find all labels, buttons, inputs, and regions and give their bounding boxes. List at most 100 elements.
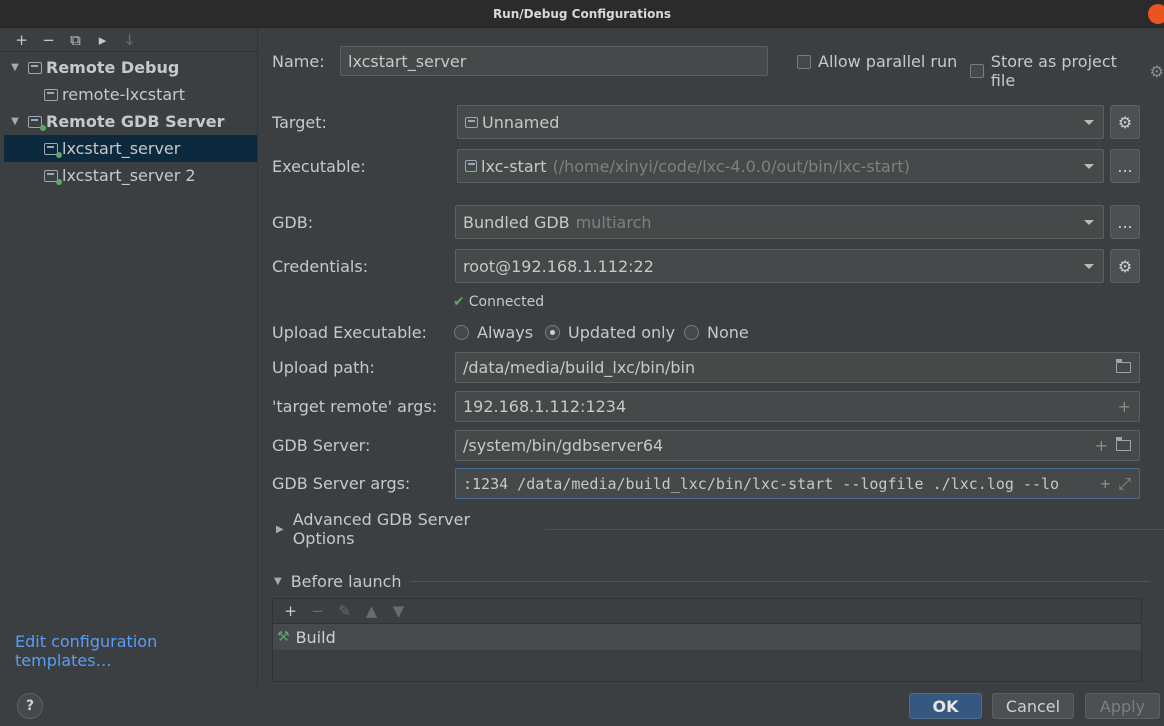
plus-icon[interactable]: + [1118, 397, 1131, 416]
tree-item-label: lxcstart_server 2 [62, 166, 196, 185]
tree-item-lxcstart-server[interactable]: lxcstart_server [4, 135, 257, 162]
gdb-hint: multiarch [575, 212, 652, 232]
chevron-down-icon[interactable] [1084, 120, 1094, 125]
upload-updated-only-radio[interactable]: Updated only [545, 323, 675, 342]
chevron-down-icon[interactable] [1084, 164, 1094, 169]
remove-task-icon[interactable]: − [304, 602, 331, 620]
move-up-icon[interactable]: ▲ [358, 602, 385, 620]
chevron-down-icon[interactable] [1084, 264, 1094, 269]
chevron-down-icon[interactable]: ▼ [8, 116, 22, 127]
connection-status: ✔ Connected [453, 294, 544, 310]
credentials-combo[interactable]: root@192.168.1.112:22 [455, 249, 1104, 283]
gear-icon[interactable]: ⚙ [1150, 62, 1164, 81]
tree-item-lxcstart-server-2[interactable]: lxcstart_server 2 [4, 162, 257, 189]
radio-label: Always [477, 323, 534, 342]
checkbox-label: Store as project file [990, 52, 1117, 90]
sort-configurations-icon[interactable]: ↓ [116, 31, 143, 49]
radio-ring[interactable] [684, 325, 699, 340]
cancel-button[interactable]: Cancel [992, 693, 1074, 719]
remove-configuration-icon[interactable]: − [35, 31, 62, 49]
tree-item-remote-lxcstart[interactable]: remote-lxcstart [4, 81, 257, 108]
folder-icon[interactable] [1116, 437, 1131, 451]
gear-icon: ⚙ [1117, 112, 1133, 132]
folder-icon[interactable] [1116, 359, 1131, 373]
plus-icon[interactable]: + [1101, 474, 1111, 493]
checkbox-box[interactable] [970, 64, 984, 78]
upload-path-value: /data/media/build_lxc/bin/bin [463, 358, 696, 377]
edit-task-icon[interactable]: ✎ [331, 602, 358, 620]
chevron-down-icon[interactable]: ▼ [8, 62, 22, 73]
tree-item-label: Remote GDB Server [46, 112, 225, 131]
chevron-down-icon[interactable]: ▼ [274, 576, 282, 587]
credentials-settings-button[interactable]: ⚙ [1110, 249, 1140, 283]
before-launch-section[interactable]: ▼ Before launch [274, 572, 1150, 591]
checkbox-box[interactable] [797, 54, 811, 69]
credentials-label: Credentials: [272, 257, 369, 276]
dialog-button-bar [0, 686, 1164, 726]
executable-icon [465, 160, 477, 172]
name-input[interactable]: lxcstart_server [340, 46, 768, 76]
move-down-icon[interactable]: ▼ [385, 602, 412, 620]
radio-label: Updated only [568, 323, 676, 342]
target-combo[interactable]: Unnamed [457, 105, 1104, 139]
target-remote-args-value: 192.168.1.112:1234 [463, 397, 627, 416]
target-settings-button[interactable]: ⚙ [1110, 105, 1140, 139]
allow-parallel-run-checkbox[interactable]: Allow parallel run [797, 52, 957, 71]
apply-button[interactable]: Apply [1085, 693, 1160, 719]
radio-ring[interactable] [454, 325, 469, 340]
gdb-combo[interactable]: Bundled GDB multiarch [455, 205, 1104, 239]
gdb-server-label: GDB Server: [272, 436, 371, 455]
ellipsis-label: ... [1117, 212, 1133, 232]
gear-icon: ⚙ [1117, 256, 1133, 276]
upload-none-radio[interactable]: None [684, 323, 749, 342]
target-combo-value: Unnamed [482, 112, 560, 132]
name-input-value: lxcstart_server [348, 51, 467, 71]
gdb-label: GDB: [272, 213, 314, 232]
tree-item-label: Remote Debug [46, 58, 180, 77]
section-title: Advanced GDB Server Options [292, 510, 471, 548]
help-button[interactable]: ? [17, 693, 43, 719]
edit-configuration-templates-link[interactable]: Edit configuration templates… [15, 632, 257, 670]
window-title: Run/Debug Configurations [492, 6, 672, 21]
tree-group-remote-debug[interactable]: ▼ Remote Debug [4, 54, 257, 81]
chevron-down-icon[interactable] [1084, 220, 1094, 225]
section-divider [544, 528, 1164, 530]
radio-label: None [707, 323, 749, 342]
before-launch-panel: + − ✎ ▲ ▼ ⚒ Build [272, 598, 1142, 682]
gdb-server-input[interactable]: /system/bin/gdbserver64 + [455, 430, 1140, 461]
upload-always-radio[interactable]: Always [454, 323, 533, 342]
target-icon [465, 116, 478, 128]
executable-combo[interactable]: lxc-start (/home/xinyi/code/lxc-4.0.0/ou… [457, 149, 1104, 183]
add-task-icon[interactable]: + [277, 602, 304, 620]
gdb-combo-value: Bundled GDB [463, 212, 570, 232]
gdb-server-args-input[interactable]: :1234 /data/media/build_lxc/bin/lxc-star… [455, 468, 1140, 499]
copy-configuration-icon[interactable]: ⧉ [62, 31, 89, 49]
radio-ring[interactable] [545, 325, 560, 340]
chevron-right-icon[interactable]: ▶ [276, 524, 284, 535]
checkbox-label: Allow parallel run [818, 52, 958, 71]
store-as-project-file-checkbox[interactable]: Store as project file ⚙ [970, 52, 1164, 90]
tree-group-remote-gdb-server[interactable]: ▼ Remote GDB Server [4, 108, 257, 135]
plus-icon[interactable]: + [1095, 436, 1108, 455]
remote-gdb-server-icon [44, 169, 62, 185]
remote-gdb-server-icon [28, 115, 46, 131]
checkmark-icon: ✔ [453, 294, 465, 310]
target-remote-args-input[interactable]: 192.168.1.112:1234 + [455, 391, 1140, 422]
ellipsis-label: ... [1117, 156, 1133, 176]
ok-button[interactable]: OK [909, 693, 982, 719]
upload-path-input[interactable]: /data/media/build_lxc/bin/bin [455, 352, 1140, 383]
upload-path-label: Upload path: [272, 358, 375, 377]
add-configuration-icon[interactable]: + [8, 31, 35, 49]
gdb-browse-button[interactable]: ... [1110, 205, 1140, 239]
move-to-folder-icon[interactable]: ▸ [89, 31, 116, 49]
executable-browse-button[interactable]: ... [1110, 149, 1140, 183]
executable-label: Executable: [272, 157, 366, 176]
expand-icon[interactable]: ⤢ [1118, 474, 1131, 494]
configuration-tree-panel: + − ⧉ ▸ ↓ ▼ Remote Debug remote-lxcstart… [0, 28, 258, 686]
before-launch-task-build[interactable]: ⚒ Build [273, 624, 1141, 650]
remote-gdb-server-icon [44, 142, 62, 158]
close-window-button[interactable] [1148, 4, 1164, 24]
connection-status-text: Connected [468, 294, 545, 310]
gdb-server-args-label: GDB Server args: [272, 474, 411, 493]
advanced-options-section[interactable]: ▶ Advanced GDB Server Options [276, 510, 1164, 548]
